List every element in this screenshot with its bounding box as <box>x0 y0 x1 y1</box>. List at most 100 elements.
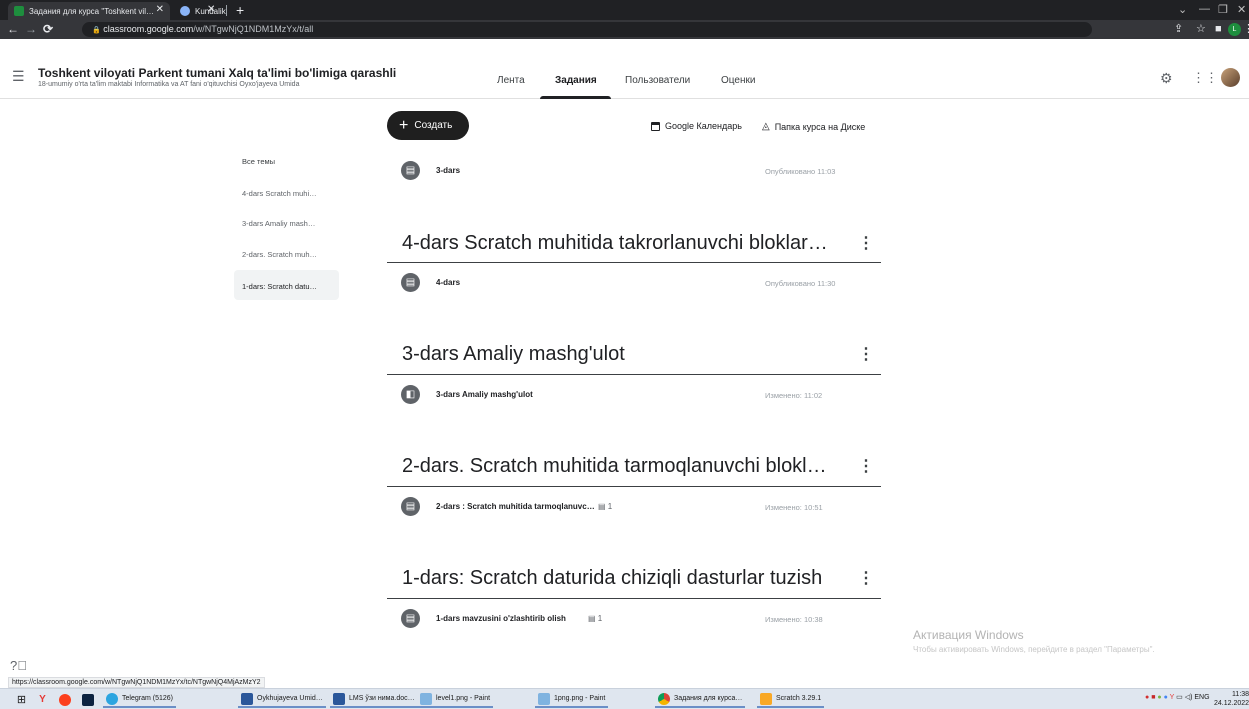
topic-divider <box>387 262 881 263</box>
taskbar-item-word-2[interactable]: LMS ўзи нима.doc… <box>330 691 418 708</box>
photoshop-app-icon <box>81 693 94 706</box>
restore-window-button[interactable]: ❐ <box>1218 3 1228 16</box>
help-icon[interactable]: ?⃝ <box>10 658 27 673</box>
browser-toolbar: ← → ⟳ 🔒 classroom.google.com/w/NTgwNjQ1N… <box>0 20 1249 39</box>
telegram-icon <box>106 692 118 705</box>
more-menu-icon[interactable]: ⋮ <box>1243 21 1249 37</box>
drive-icon: ◬ <box>762 121 770 132</box>
comment-count-value: 1 <box>607 502 613 511</box>
url-host: classroom.google.com <box>103 24 194 34</box>
new-tab-button[interactable]: + <box>236 2 244 18</box>
minimize-window-button[interactable]: — <box>1199 3 1210 15</box>
taskbar-item-scratch[interactable]: Scratch 3.29.1 <box>757 691 825 708</box>
sidebar-item-topic-2[interactable]: 2-dars. Scratch muh… <box>242 250 317 259</box>
item-title[interactable]: 4-dars <box>436 278 460 287</box>
topic-more-icon[interactable]: ⋮ <box>858 456 874 476</box>
tab-grades[interactable]: Оценки <box>721 75 755 86</box>
close-window-button[interactable]: ✕ <box>1237 3 1246 16</box>
topic-title[interactable]: 1-dars: Scratch daturida chiziqli dastur… <box>402 567 822 590</box>
topic-title[interactable]: 4-dars Scratch muhitida takrorlanuvchi b… <box>402 232 828 255</box>
windows-activation-message: Чтобы активировать Windows, перейдите в … <box>913 645 1155 654</box>
item-title[interactable]: 3-dars <box>436 166 460 175</box>
tab-separator <box>226 5 227 16</box>
tray-chrome-icon: ● <box>1163 694 1168 701</box>
hamburger-menu-icon[interactable]: ☰ <box>12 68 25 85</box>
close-tab-icon[interactable]: ✕ <box>156 4 164 15</box>
drive-folder-link[interactable]: ◬ Папка курса на Диске <box>762 121 865 132</box>
tab-classroom[interactable]: Задания для курса "Toshkent vil… ✕ <box>8 2 170 20</box>
taskbar-item-chrome[interactable]: Задания для курса… <box>655 691 746 708</box>
taskbar-item-paint-2[interactable]: 1png.png - Paint <box>535 691 609 708</box>
create-button[interactable]: + Создать <box>387 111 469 140</box>
reload-icon[interactable]: ⟳ <box>43 21 53 37</box>
settings-gear-icon[interactable]: ⚙ <box>1160 70 1173 87</box>
system-tray[interactable]: ● ■ ● ● Y ▭ ◁) ENG <box>1145 693 1210 701</box>
item-status: Изменено: 10:51 <box>765 503 823 512</box>
taskbar-label: level1.png - Paint <box>436 695 491 702</box>
link-status-bubble: https://classroom.google.com/w/NTgwNjQ1N… <box>8 677 265 688</box>
item-title[interactable]: 1-dars mavzusini o'zlashtirib olish <box>436 614 566 623</box>
taskbar-item-word-1[interactable]: Oykhujayeva Umid… <box>238 691 326 708</box>
sidebar-item-topic-3[interactable]: 3-dars Amaliy mash… <box>242 219 315 228</box>
tab-people[interactable]: Пользователи <box>625 75 690 86</box>
photoshop-icon[interactable] <box>80 691 95 708</box>
comment-icon: ▤ <box>598 502 606 511</box>
sidebar-item-topic-1[interactable]: 1-dars: Scratch datu… <box>242 282 317 291</box>
apps-grid-icon[interactable]: ⋮⋮ <box>1192 70 1218 86</box>
topic-more-icon[interactable]: ⋮ <box>858 233 874 253</box>
course-subtitle: 18-umumiy o'rta ta'lim maktabi Informati… <box>38 81 300 88</box>
keyboard-language[interactable]: ENG <box>1194 694 1209 701</box>
start-button[interactable]: ⊞ <box>14 691 29 708</box>
taskbar-clock[interactable]: 11:38 24.12.2022 <box>1214 690 1249 708</box>
item-title[interactable]: 3-dars Amaliy mashg'ulot <box>436 390 533 399</box>
sidebar-all-topics[interactable]: Все темы <box>242 157 275 166</box>
chrome-icon <box>658 692 670 705</box>
paint-icon <box>538 692 550 705</box>
close-tab-icon[interactable]: ✕ <box>207 4 215 15</box>
topic-more-icon[interactable]: ⋮ <box>858 568 874 588</box>
yandex-browser-icon[interactable] <box>57 691 72 708</box>
assignment-icon: ▤ <box>401 273 420 292</box>
topic-divider <box>387 598 881 599</box>
yandex-pinned-icon[interactable]: Y <box>35 691 50 708</box>
comment-count: ▤ 1 <box>598 502 612 511</box>
address-bar[interactable]: 🔒 classroom.google.com/w/NTgwNjQ1NDM1MzY… <box>82 22 1092 37</box>
assignment-icon: ▤ <box>401 497 420 516</box>
profile-avatar[interactable]: L <box>1228 23 1241 36</box>
topic-more-icon[interactable]: ⋮ <box>858 344 874 364</box>
sidebar-item-topic-4[interactable]: 4-dars Scratch muhi… <box>242 189 317 198</box>
item-status: Опубликовано 11:30 <box>765 279 836 288</box>
tab-kundalik[interactable]: Kundalik <box>174 2 232 20</box>
google-calendar-link[interactable]: Google Календарь <box>651 121 742 131</box>
classroom-favicon-icon <box>14 6 24 16</box>
paint-icon <box>420 692 432 705</box>
user-avatar[interactable] <box>1221 68 1240 87</box>
topic-title[interactable]: 3-dars Amaliy mashg'ulot <box>402 343 625 366</box>
scratch-icon <box>760 692 772 705</box>
course-title[interactable]: Toshkent viloyati Parkent tumani Xalq ta… <box>38 66 396 80</box>
taskbar-label: 1png.png - Paint <box>554 695 606 702</box>
comment-icon: ▤ <box>588 614 596 623</box>
network-icon: ▭ <box>1176 694 1183 701</box>
bookmark-star-icon[interactable]: ☆ <box>1196 21 1206 37</box>
tray-yandex-icon: Y <box>1169 694 1175 701</box>
calendar-icon <box>651 121 660 131</box>
taskbar-item-telegram[interactable]: Telegram (5126) <box>103 691 176 708</box>
plus-icon: + <box>399 116 409 134</box>
back-arrow-icon[interactable]: ← <box>7 21 19 37</box>
create-button-label: Создать <box>414 120 453 131</box>
sidepanel-icon[interactable]: ■ <box>1215 21 1222 37</box>
tray-paint-icon: ● <box>1157 694 1162 701</box>
item-title[interactable]: 2-dars : Scratch muhitida tarmoqlanuvc… <box>436 502 595 511</box>
forward-arrow-icon[interactable]: → <box>25 21 37 37</box>
drive-link-label: Папка курса на Диске <box>774 121 866 132</box>
topic-title[interactable]: 2-dars. Scratch muhitida tarmoqlanuvchi … <box>402 455 827 478</box>
tab-stream[interactable]: Лента <box>497 75 525 86</box>
kundalik-favicon-icon <box>180 6 190 16</box>
tab-search-chevron-icon[interactable]: ⌄ <box>1178 3 1187 16</box>
topic-divider <box>387 374 881 375</box>
share-icon[interactable]: ⇪ <box>1174 21 1183 37</box>
taskbar-item-paint-1[interactable]: level1.png - Paint <box>417 691 494 708</box>
tab-classwork[interactable]: Задания <box>555 75 597 86</box>
comment-count: ▤ 1 <box>588 614 602 623</box>
